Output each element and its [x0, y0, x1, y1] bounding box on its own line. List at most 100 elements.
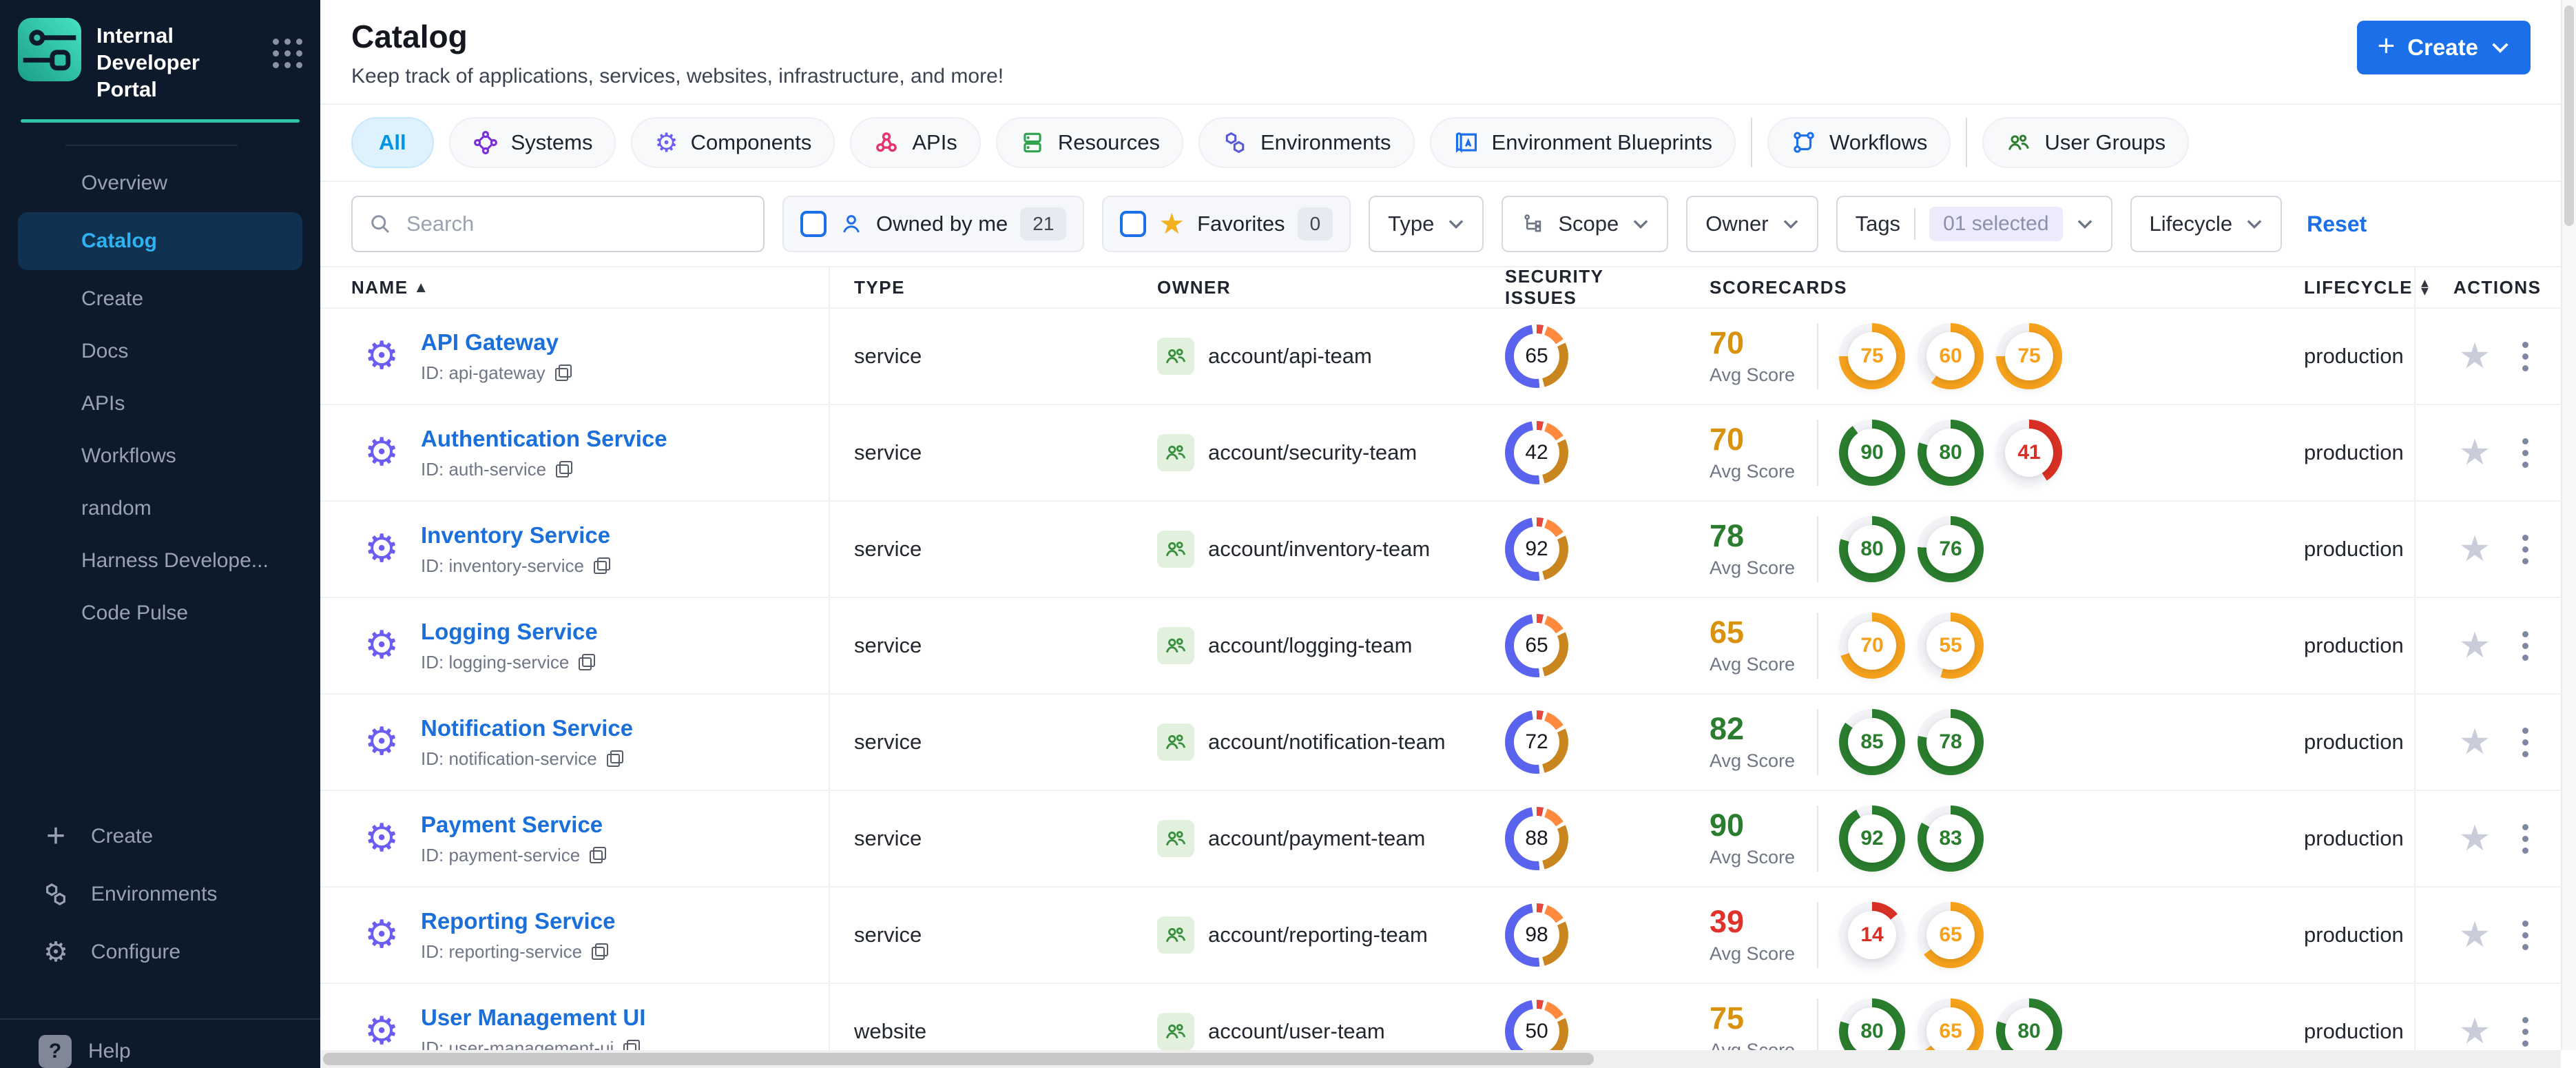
- vertical-scrollbar-thumb[interactable]: [2564, 6, 2574, 226]
- more-actions-button[interactable]: [2518, 820, 2533, 858]
- favorite-star-button[interactable]: ★: [2459, 821, 2491, 856]
- favorite-star-button[interactable]: ★: [2459, 628, 2491, 664]
- security-issues-donut: 88: [1505, 807, 1568, 870]
- tab-workflows[interactable]: Workflows: [1767, 117, 1951, 168]
- lifecycle-dropdown[interactable]: Lifecycle: [2130, 196, 2283, 252]
- security-issues-value: 50: [1514, 1009, 1559, 1054]
- scorecard-ring[interactable]: 55: [1918, 613, 1984, 679]
- entity-name-link[interactable]: Logging Service: [421, 619, 598, 645]
- sidebar-bottom-create[interactable]: + Create: [0, 808, 320, 865]
- scorecard-ring[interactable]: 60: [1918, 323, 1984, 389]
- copy-icon[interactable]: [592, 943, 609, 960]
- scorecard-value: 80: [2005, 1007, 2053, 1056]
- sidebar-item-harness-developer[interactable]: Harness Develope...: [0, 535, 320, 587]
- scorecards-cell: 90 Avg Score 92 83: [1667, 805, 2256, 872]
- owner-cell: account/inventory-team: [1136, 531, 1481, 568]
- sidebar-help[interactable]: ? Help: [0, 1020, 320, 1068]
- horizontal-scrollbar-thumb[interactable]: [323, 1053, 1594, 1065]
- entity-name-link[interactable]: Reporting Service: [421, 908, 615, 934]
- sidebar-item-overview[interactable]: Overview: [0, 157, 320, 209]
- scorecard-ring[interactable]: 41: [1996, 420, 2062, 486]
- favorite-star-button[interactable]: ★: [2459, 724, 2491, 760]
- favorite-star-button[interactable]: ★: [2459, 1014, 2491, 1049]
- tab-components[interactable]: ⚙ Components: [631, 117, 835, 168]
- entity-name-link[interactable]: Inventory Service: [421, 522, 610, 548]
- brand: Internal Developer Portal: [0, 0, 320, 103]
- horizontal-scrollbar[interactable]: [320, 1050, 2561, 1068]
- copy-icon[interactable]: [606, 750, 623, 767]
- more-actions-button[interactable]: [2518, 1013, 2533, 1051]
- scorecard-ring[interactable]: 76: [1918, 516, 1984, 582]
- column-header-name[interactable]: NAME ▲: [320, 267, 830, 307]
- sidebar-item-docs[interactable]: Docs: [0, 325, 320, 378]
- favorites-checkbox[interactable]: [1120, 211, 1147, 237]
- scorecards-divider: [1817, 516, 1818, 582]
- person-icon: [839, 212, 864, 236]
- copy-icon[interactable]: [590, 847, 607, 863]
- owner-dropdown[interactable]: Owner: [1686, 196, 1818, 252]
- scorecard-ring[interactable]: 75: [1839, 323, 1905, 389]
- entity-name-link[interactable]: Payment Service: [421, 812, 606, 838]
- sidebar-item-apis[interactable]: APIs: [0, 378, 320, 430]
- more-actions-button[interactable]: [2518, 723, 2533, 761]
- entity-name-link[interactable]: Notification Service: [421, 715, 633, 741]
- scorecard-ring[interactable]: 78: [1918, 709, 1984, 775]
- reset-filters-link[interactable]: Reset: [2307, 212, 2367, 237]
- copy-icon[interactable]: [593, 557, 610, 574]
- scorecard-ring[interactable]: 83: [1918, 805, 1984, 872]
- scorecard-ring[interactable]: 80: [1839, 516, 1905, 582]
- tab-environments[interactable]: Environments: [1198, 117, 1415, 168]
- entity-name-link[interactable]: User Management UI: [421, 1005, 645, 1031]
- owned-by-me-checkbox[interactable]: [800, 211, 827, 237]
- tab-resources-label: Resources: [1057, 130, 1160, 154]
- copy-icon[interactable]: [556, 461, 573, 477]
- search-input[interactable]: [405, 211, 748, 237]
- sidebar-item-create[interactable]: Create: [0, 273, 320, 325]
- scorecard-ring[interactable]: 75: [1996, 323, 2062, 389]
- app-grid-icon[interactable]: [273, 39, 302, 68]
- name-cell: ⚙ Authentication Service ID: auth-service: [320, 405, 830, 500]
- tab-systems[interactable]: Systems: [448, 117, 616, 168]
- team-icon: [1157, 1013, 1194, 1050]
- more-actions-button[interactable]: [2518, 338, 2533, 376]
- tags-dropdown[interactable]: Tags 01 selected: [1836, 196, 2112, 252]
- scorecard-ring[interactable]: 14: [1839, 902, 1905, 968]
- scorecard-ring[interactable]: 65: [1918, 902, 1984, 968]
- type-dropdown[interactable]: Type: [1369, 196, 1484, 252]
- copy-icon[interactable]: [579, 654, 596, 670]
- tab-apis[interactable]: APIs: [850, 117, 981, 168]
- favorite-star-button[interactable]: ★: [2459, 917, 2491, 953]
- scorecard-ring[interactable]: 90: [1839, 420, 1905, 486]
- entity-name-link[interactable]: API Gateway: [421, 329, 572, 356]
- more-actions-button[interactable]: [2518, 627, 2533, 665]
- entity-name-link[interactable]: Authentication Service: [421, 426, 667, 452]
- vertical-scrollbar[interactable]: [2561, 0, 2576, 1050]
- favorite-star-button[interactable]: ★: [2459, 338, 2491, 374]
- scorecard-ring[interactable]: 92: [1839, 805, 1905, 872]
- tab-environment-blueprints[interactable]: Environment Blueprints: [1429, 117, 1736, 168]
- tab-resources[interactable]: Resources: [995, 117, 1183, 168]
- sidebar-item-code-pulse[interactable]: Code Pulse: [0, 587, 320, 639]
- tab-user-groups[interactable]: User Groups: [1982, 117, 2190, 168]
- scorecard-ring[interactable]: 80: [1918, 420, 1984, 486]
- copy-icon[interactable]: [554, 364, 572, 381]
- more-actions-button[interactable]: [2518, 434, 2533, 472]
- sidebar-item-catalog[interactable]: Catalog: [18, 212, 302, 270]
- more-actions-button[interactable]: [2518, 916, 2533, 954]
- owned-by-me-filter[interactable]: Owned by me 21: [782, 196, 1085, 252]
- scope-dropdown[interactable]: Scope: [1502, 196, 1669, 252]
- scorecard-ring[interactable]: 70: [1839, 613, 1905, 679]
- more-actions-button[interactable]: [2518, 531, 2533, 568]
- sidebar-item-workflows[interactable]: Workflows: [0, 430, 320, 482]
- sidebar-item-random[interactable]: random: [0, 482, 320, 535]
- column-header-lifecycle[interactable]: LIFECYCLE ▲ ▼: [2256, 267, 2429, 307]
- favorite-star-button[interactable]: ★: [2459, 531, 2491, 567]
- sidebar-bottom-environments[interactable]: Environments: [0, 865, 320, 923]
- sidebar-bottom-configure[interactable]: ⚙ Configure: [0, 923, 320, 981]
- create-button[interactable]: + Create: [2356, 21, 2531, 74]
- favorites-filter[interactable]: ★ Favorites 0: [1102, 196, 1351, 252]
- tab-all[interactable]: All: [351, 117, 434, 168]
- security-issues-cell: 42: [1481, 421, 1667, 484]
- scorecard-ring[interactable]: 85: [1839, 709, 1905, 775]
- favorite-star-button[interactable]: ★: [2459, 435, 2491, 471]
